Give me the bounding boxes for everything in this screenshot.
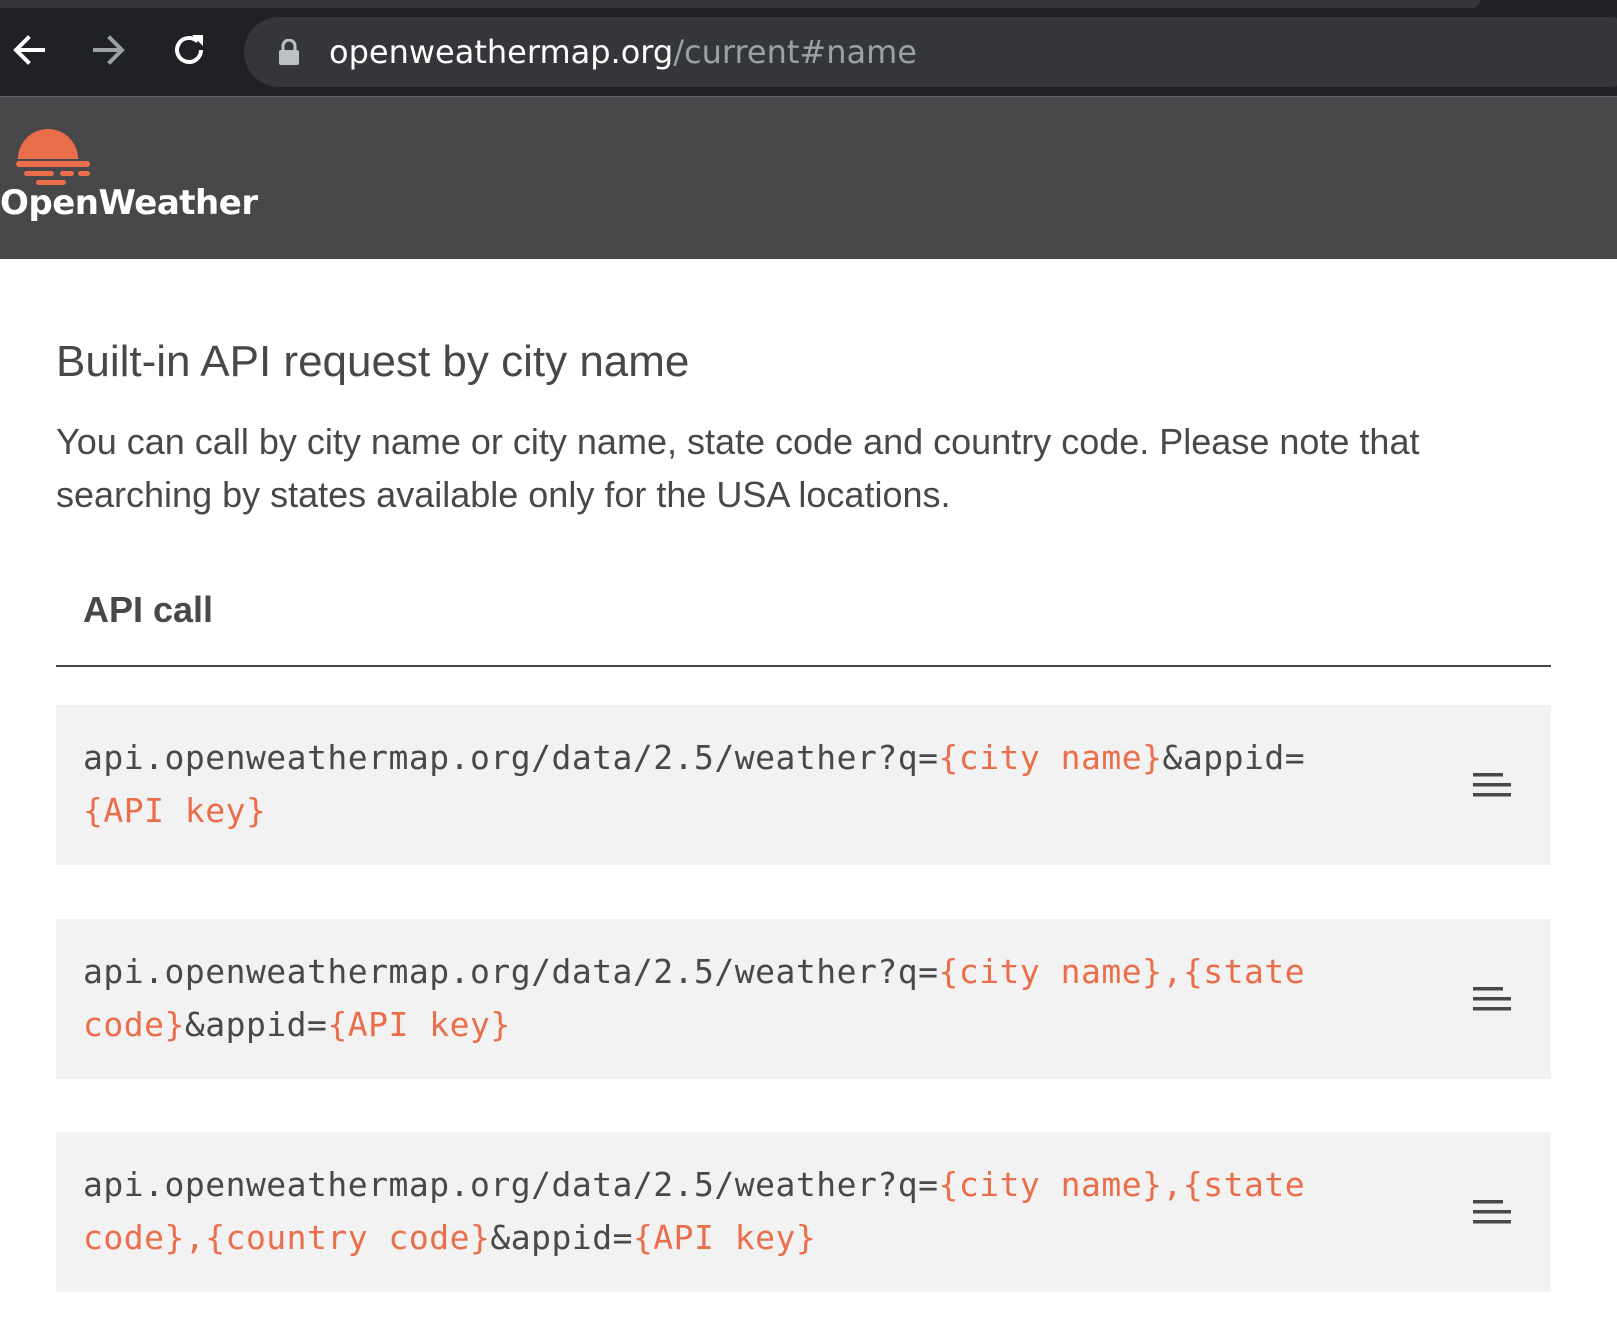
code-block: api.openweathermap.org/data/2.5/weather?… <box>56 1132 1551 1292</box>
code-param: {city name} <box>938 738 1163 777</box>
api-call-code[interactable]: api.openweathermap.org/data/2.5/weather?… <box>83 731 1343 837</box>
code-block: api.openweathermap.org/data/2.5/weather?… <box>56 919 1551 1079</box>
code-text: api.openweathermap.org/data/2.5/weather?… <box>83 738 939 777</box>
site-header: OpenWeather <box>0 97 1617 259</box>
forward-button[interactable] <box>83 24 135 76</box>
code-param: {API key} <box>632 1218 817 1257</box>
arrow-right-icon <box>93 35 125 65</box>
api-call-code[interactable]: api.openweathermap.org/data/2.5/weather?… <box>83 945 1343 1051</box>
api-call-heading: API call <box>83 589 214 630</box>
url-text: openweathermap.org/current#name <box>329 17 917 87</box>
copy-lines-icon[interactable] <box>1471 981 1513 1017</box>
section-title: Built-in API request by city name <box>56 337 690 386</box>
divider <box>56 665 1551 667</box>
copy-lines-icon[interactable] <box>1471 767 1513 803</box>
code-text: &appid= <box>184 1005 328 1044</box>
api-call-code[interactable]: api.openweathermap.org/data/2.5/weather?… <box>83 1158 1343 1264</box>
code-text: api.openweathermap.org/data/2.5/weather?… <box>83 1165 939 1204</box>
code-text: api.openweathermap.org/data/2.5/weather?… <box>83 952 939 991</box>
code-block: api.openweathermap.org/data/2.5/weather?… <box>56 705 1551 865</box>
sun-logo-icon <box>16 129 90 185</box>
tab-strip <box>0 0 1480 8</box>
address-bar[interactable]: openweathermap.org/current#name <box>244 17 1617 87</box>
url-path: /current#name <box>673 33 917 71</box>
openweather-logo[interactable]: OpenWeather <box>0 121 258 231</box>
code-param: {API key} <box>83 791 267 830</box>
reload-button[interactable] <box>163 24 215 76</box>
copy-lines-icon[interactable] <box>1471 1194 1513 1230</box>
url-host: openweathermap.org <box>329 33 674 71</box>
arrow-left-icon <box>13 35 45 65</box>
browser-toolbar: openweathermap.org/current#name <box>0 0 1617 97</box>
code-text: &appid= <box>490 1218 633 1257</box>
code-param: {API key} <box>327 1005 511 1044</box>
lock-icon <box>279 39 299 65</box>
code-text: &appid= <box>1162 738 1306 777</box>
section-description: You can call by city name or city name, … <box>56 421 1420 515</box>
logo-text: OpenWeather <box>0 183 258 223</box>
reload-icon <box>175 35 203 64</box>
back-button[interactable] <box>3 24 55 76</box>
